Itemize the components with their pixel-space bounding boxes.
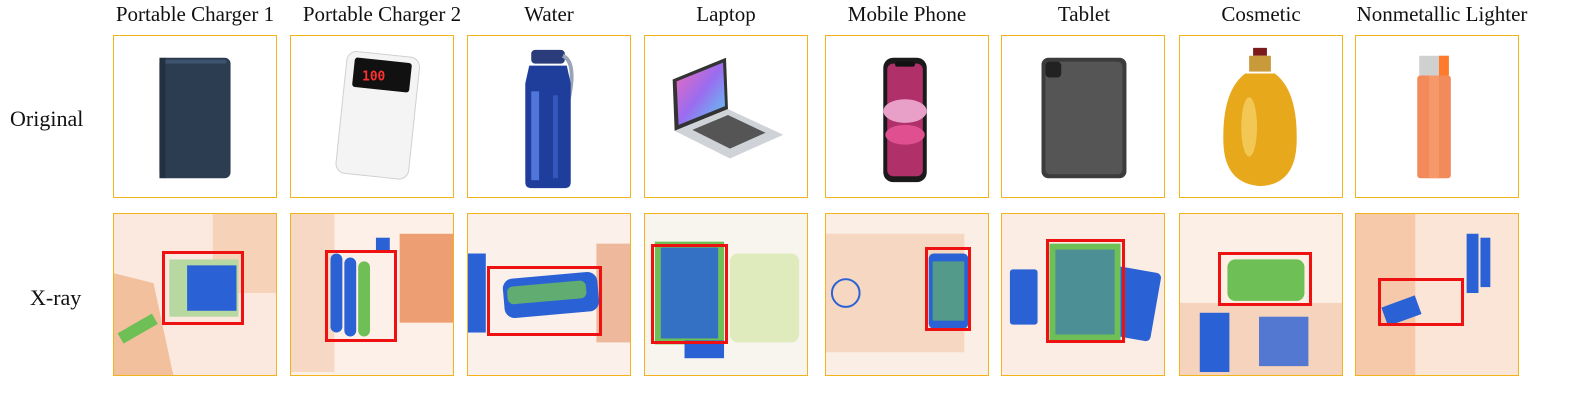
- original-image-portable-charger-1: [113, 35, 277, 198]
- column-title-laptop: Laptop: [696, 2, 756, 26]
- lighter-photo: [1417, 55, 1451, 179]
- original-image-mobile-phone: [825, 35, 989, 198]
- cosmetic-bottle-photo: [1223, 47, 1297, 187]
- detection-bounding-box: [1378, 278, 1464, 326]
- detection-bounding-box: [925, 247, 971, 331]
- original-image-water: [467, 35, 631, 198]
- xray-image-tablet: [1001, 213, 1165, 376]
- column-title-portable-charger-1: Portable Charger 1: [115, 2, 275, 26]
- row-label-xray: X-ray: [30, 285, 82, 310]
- detection-bounding-box: [651, 244, 728, 344]
- original-image-tablet: [1001, 35, 1165, 198]
- detection-bounding-box: [1046, 239, 1125, 343]
- detection-bounding-box: [1218, 252, 1312, 306]
- detection-bounding-box: [162, 251, 244, 325]
- column-title-mobile-phone: Mobile Phone: [847, 2, 967, 26]
- column-title-nonmetallic-lighter: Nonmetallic Lighter: [1356, 2, 1528, 26]
- portable-charger-2-photo: 100: [335, 51, 421, 180]
- column-title-tablet: Tablet: [1057, 2, 1111, 26]
- xray-image-cosmetic: [1179, 213, 1343, 376]
- column-title-water: Water: [524, 2, 574, 26]
- row-label-original: Original: [10, 106, 84, 131]
- xray-image-water: [467, 213, 631, 376]
- column-title-cosmetic: Cosmetic: [1221, 2, 1301, 26]
- xray-image-portable-charger-1: [113, 213, 277, 376]
- mobile-phone-photo: [883, 57, 927, 183]
- tablet-photo: [1041, 57, 1127, 179]
- xray-image-mobile-phone: [825, 213, 989, 376]
- xray-image-portable-charger-2: [290, 213, 454, 376]
- xray-image-nonmetallic-lighter: [1355, 213, 1519, 376]
- water-bottle-photo: [525, 49, 574, 189]
- original-image-portable-charger-2: 100: [290, 35, 454, 198]
- original-image-cosmetic: [1179, 35, 1343, 198]
- original-image-laptop: [644, 35, 808, 198]
- detection-bounding-box: [325, 250, 397, 342]
- xray-image-laptop: [644, 213, 808, 376]
- laptop-photo: [672, 57, 784, 159]
- portable-charger-1-photo: [159, 57, 231, 179]
- detection-bounding-box: [487, 266, 602, 336]
- original-image-nonmetallic-lighter: [1355, 35, 1519, 198]
- power-bank-display: 100: [362, 69, 385, 84]
- column-title-portable-charger-2: Portable Charger 2: [302, 2, 462, 26]
